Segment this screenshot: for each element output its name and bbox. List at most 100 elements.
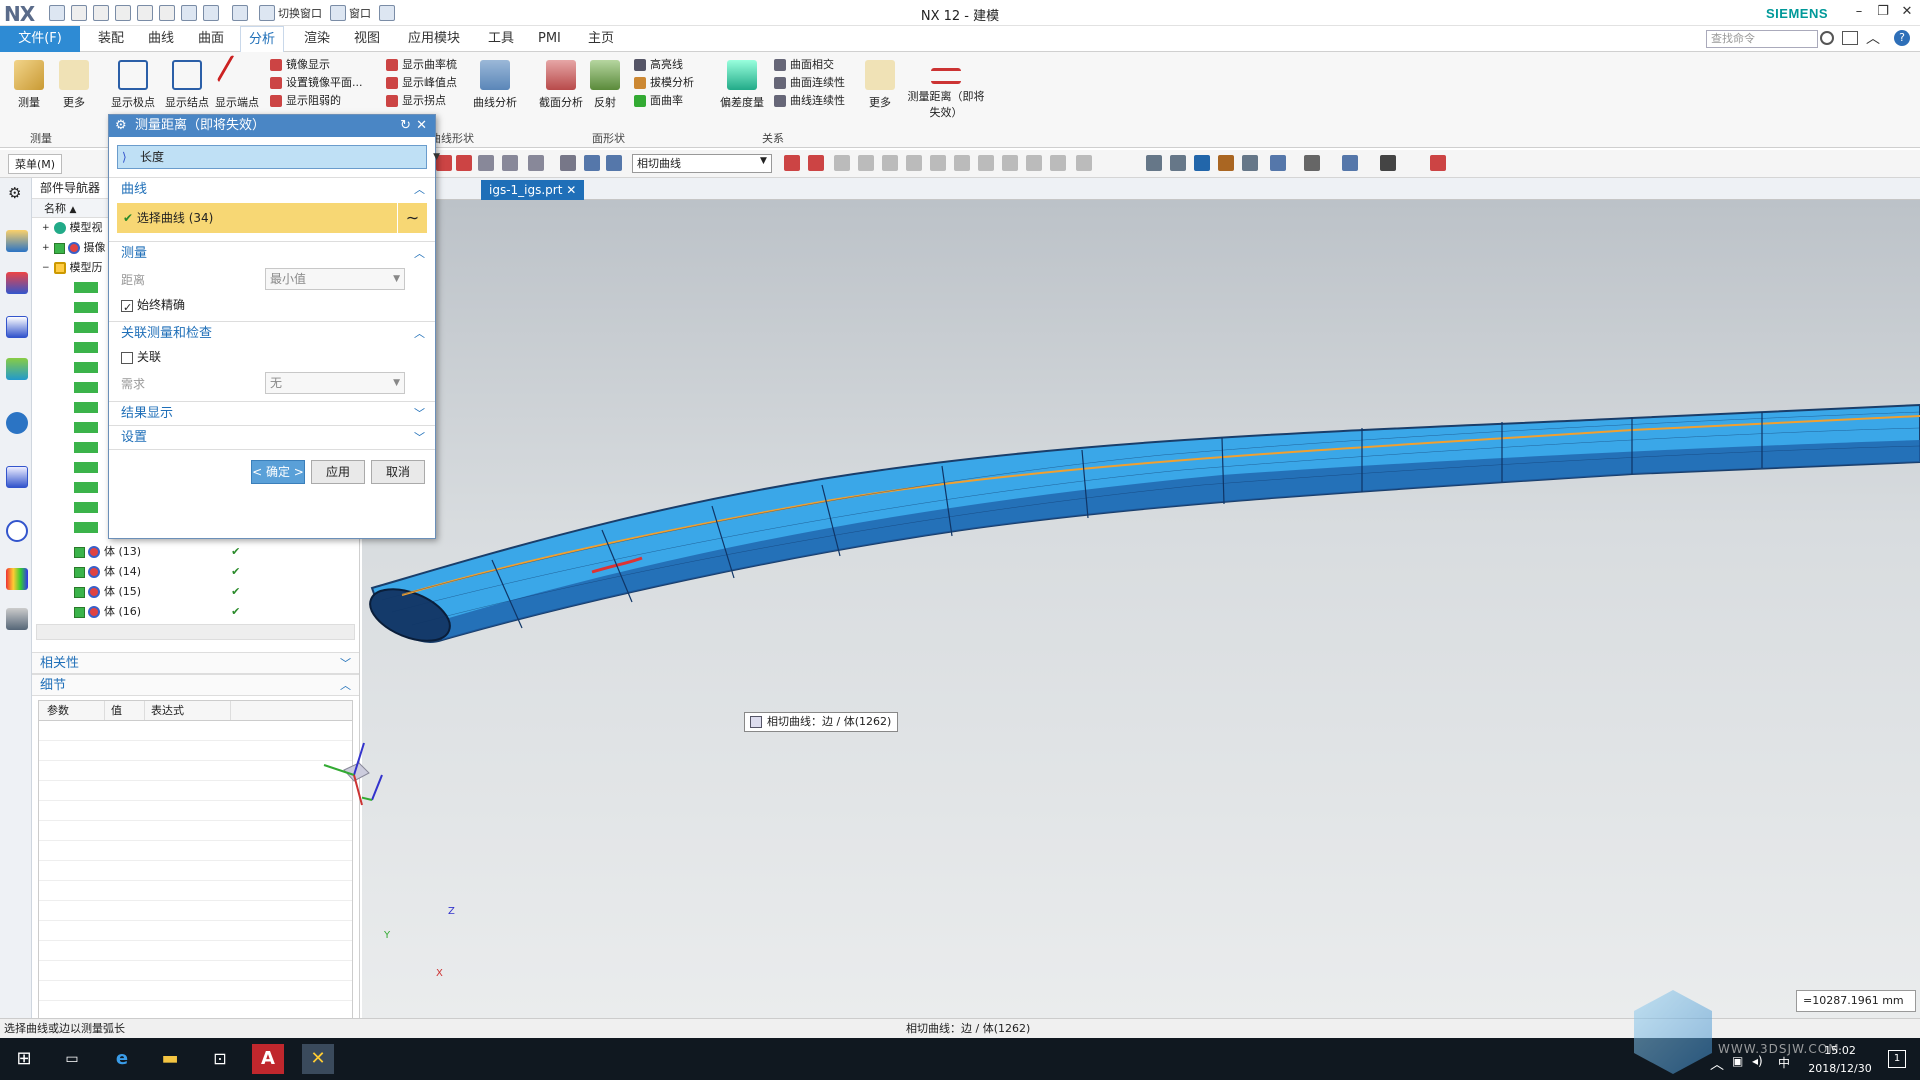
result-display-section-header[interactable]: 结果显示 ﹀ (109, 401, 435, 425)
snap-point-icon[interactable] (978, 155, 994, 171)
tube-model[interactable] (346, 200, 1920, 1018)
tree-node-body-16[interactable]: 体 (16) ✔ (32, 602, 359, 622)
reset-icon[interactable]: ↻ (400, 115, 411, 137)
edge-browser-icon[interactable]: e (106, 1044, 138, 1074)
draft-analysis-button[interactable]: 拔模分析 (634, 74, 714, 92)
measure-distance-legacy-button[interactable]: 测量距离（即将失效） (906, 58, 986, 120)
requirement-dropdown[interactable]: 无 ▼ (265, 372, 405, 394)
collapse-ribbon-icon[interactable]: ︿ (1866, 28, 1880, 48)
checkbox-icon[interactable] (74, 546, 85, 558)
tab-analysis[interactable]: 分析 (240, 26, 285, 52)
curve-analysis-button[interactable]: 曲线分析 (466, 58, 524, 110)
tab-surface[interactable]: 曲面 (190, 26, 232, 52)
deviation-gauge-button[interactable]: 偏差度量 (712, 58, 772, 110)
command-search-input[interactable]: 查找命令 (1706, 30, 1818, 48)
more-analysis-button[interactable]: 更多 (854, 58, 906, 110)
always-precise-checkbox[interactable]: ✓ (121, 299, 133, 314)
dialog-title-bar[interactable]: ⚙ 测量距离（即将失效） ↻ ✕ (109, 115, 435, 137)
info-web-icon[interactable] (6, 412, 28, 434)
tray-up-icon[interactable]: ︿ (1710, 1054, 1724, 1074)
main-menu-button[interactable]: 菜单(M) (8, 154, 63, 174)
tab-view[interactable]: 视图 (346, 26, 388, 52)
roles-icon[interactable] (6, 608, 28, 630)
snap-on-curve-icon[interactable] (1002, 155, 1018, 171)
select-region-icon[interactable] (502, 155, 518, 171)
orient-view-icon[interactable] (1270, 155, 1286, 171)
start-windows-icon[interactable]: ⊞ (8, 1044, 40, 1074)
snap-grid-icon[interactable] (1076, 155, 1092, 171)
notification-center-icon[interactable]: 1 (1888, 1050, 1906, 1068)
distance-dropdown[interactable]: 最小值 ▼ (265, 268, 405, 290)
checkbox-icon[interactable] (74, 606, 85, 618)
minimize-button[interactable]: – (1848, 2, 1870, 22)
assembly-navigator-icon[interactable] (6, 272, 28, 294)
stop-at-intersection-icon[interactable] (784, 155, 800, 171)
body-icon[interactable] (560, 155, 576, 171)
cancel-button[interactable]: 取消 (371, 460, 425, 484)
snap-center-icon[interactable] (930, 155, 946, 171)
checkbox-icon[interactable] (74, 586, 85, 598)
graphics-viewport[interactable] (323, 200, 1920, 1018)
highlight-lines-button[interactable]: 高亮线 (634, 56, 714, 74)
reuse-library-icon[interactable] (6, 358, 28, 380)
expression-column[interactable]: 表达式 (145, 701, 231, 720)
always-precise-row[interactable]: ✓ 始终精确 (109, 293, 435, 317)
settings-section-header[interactable]: 设置 ﹀ (109, 425, 435, 449)
close-tab-icon[interactable]: ✕ (566, 183, 576, 197)
section-view-icon[interactable] (1242, 155, 1258, 171)
system-materials-icon[interactable] (6, 568, 28, 590)
pan-icon[interactable] (1218, 155, 1234, 171)
tree-node-body-15[interactable]: 体 (15) ✔ (32, 582, 359, 602)
checkbox-icon[interactable] (53, 242, 65, 254)
clock-time[interactable]: 15:02 (1800, 1044, 1880, 1057)
snap-control-icon[interactable] (882, 155, 898, 171)
curve-section-header[interactable]: 曲线 ︿ (109, 177, 435, 201)
tab-pmi[interactable]: PMI (530, 26, 569, 52)
face-intersect-button[interactable]: 曲面相交 (774, 56, 858, 74)
file-explorer-icon[interactable]: ▬ (154, 1044, 186, 1074)
curve-rule-dropdown[interactable]: 相切曲线 (632, 154, 772, 173)
ime-indicator[interactable]: 中 (1778, 1054, 1790, 1071)
tab-assembly[interactable]: 装配 (90, 26, 132, 52)
details-panel-header[interactable]: 细节 ︿ (32, 674, 359, 696)
rotate-icon[interactable] (1194, 155, 1210, 171)
more-measure-button[interactable]: 更多 (46, 58, 102, 110)
select-arrow-icon[interactable] (456, 155, 472, 171)
name-column-label[interactable]: 名称 (44, 202, 66, 215)
associative-checkbox[interactable] (121, 351, 133, 364)
mirror-display-button[interactable]: 镜像显示 (270, 56, 380, 74)
dependency-panel-header[interactable]: 相关性 ﹀ (32, 652, 359, 674)
file-tab[interactable]: 文件(F) (0, 26, 80, 52)
settings-gear-icon[interactable]: ⚙ (8, 184, 21, 202)
curve-continuity-button[interactable]: 曲线连续性 (774, 92, 858, 110)
curve-select-icon[interactable]: ∼ (397, 203, 427, 233)
clock-date[interactable]: 2018/12/30 (1800, 1062, 1880, 1075)
face-curvature-button[interactable]: 面曲率 (634, 92, 714, 110)
ribbon-options-icon[interactable] (1842, 31, 1858, 45)
select-curve-field[interactable]: ✔ 选择曲线 (34) (117, 203, 397, 233)
task-view-icon[interactable]: ▭ (56, 1044, 88, 1074)
associative-row[interactable]: 关联 (109, 345, 435, 369)
close-icon[interactable]: ✕ (416, 115, 427, 137)
measure-section-header[interactable]: 测量 ︿ (109, 241, 435, 265)
search-icon[interactable] (1820, 31, 1834, 45)
document-tab[interactable]: igs-1_igs.prt ✕ (481, 180, 585, 200)
shaded-icon[interactable] (1342, 155, 1358, 171)
reflection-button[interactable]: 反射 (578, 58, 632, 110)
snap-quadrant-icon[interactable] (954, 155, 970, 171)
type-dropdown[interactable]: ⟩ 长度 ▼ (117, 145, 440, 169)
tab-home[interactable]: 主页 (580, 26, 622, 52)
work-layer-icon[interactable] (1430, 155, 1446, 171)
show-poles-button[interactable]: 显示极点 (104, 58, 162, 110)
ok-button[interactable]: < 确定 > (251, 460, 305, 484)
close-button[interactable]: ✕ (1896, 2, 1918, 22)
snap-bounded-icon[interactable] (1050, 155, 1066, 171)
snap-endpoint-icon[interactable] (834, 155, 850, 171)
assoc-section-header[interactable]: 关联测量和检查 ︿ (109, 321, 435, 345)
face-continuity-button[interactable]: 曲面连续性 (774, 74, 858, 92)
show-inflection-button[interactable]: 显示拐点 (386, 92, 472, 110)
autocad-icon[interactable]: A (252, 1044, 284, 1074)
help-icon[interactable]: ? (1894, 30, 1910, 46)
tab-render[interactable]: 渲染 (296, 26, 338, 52)
snap-intersection-icon[interactable] (906, 155, 922, 171)
